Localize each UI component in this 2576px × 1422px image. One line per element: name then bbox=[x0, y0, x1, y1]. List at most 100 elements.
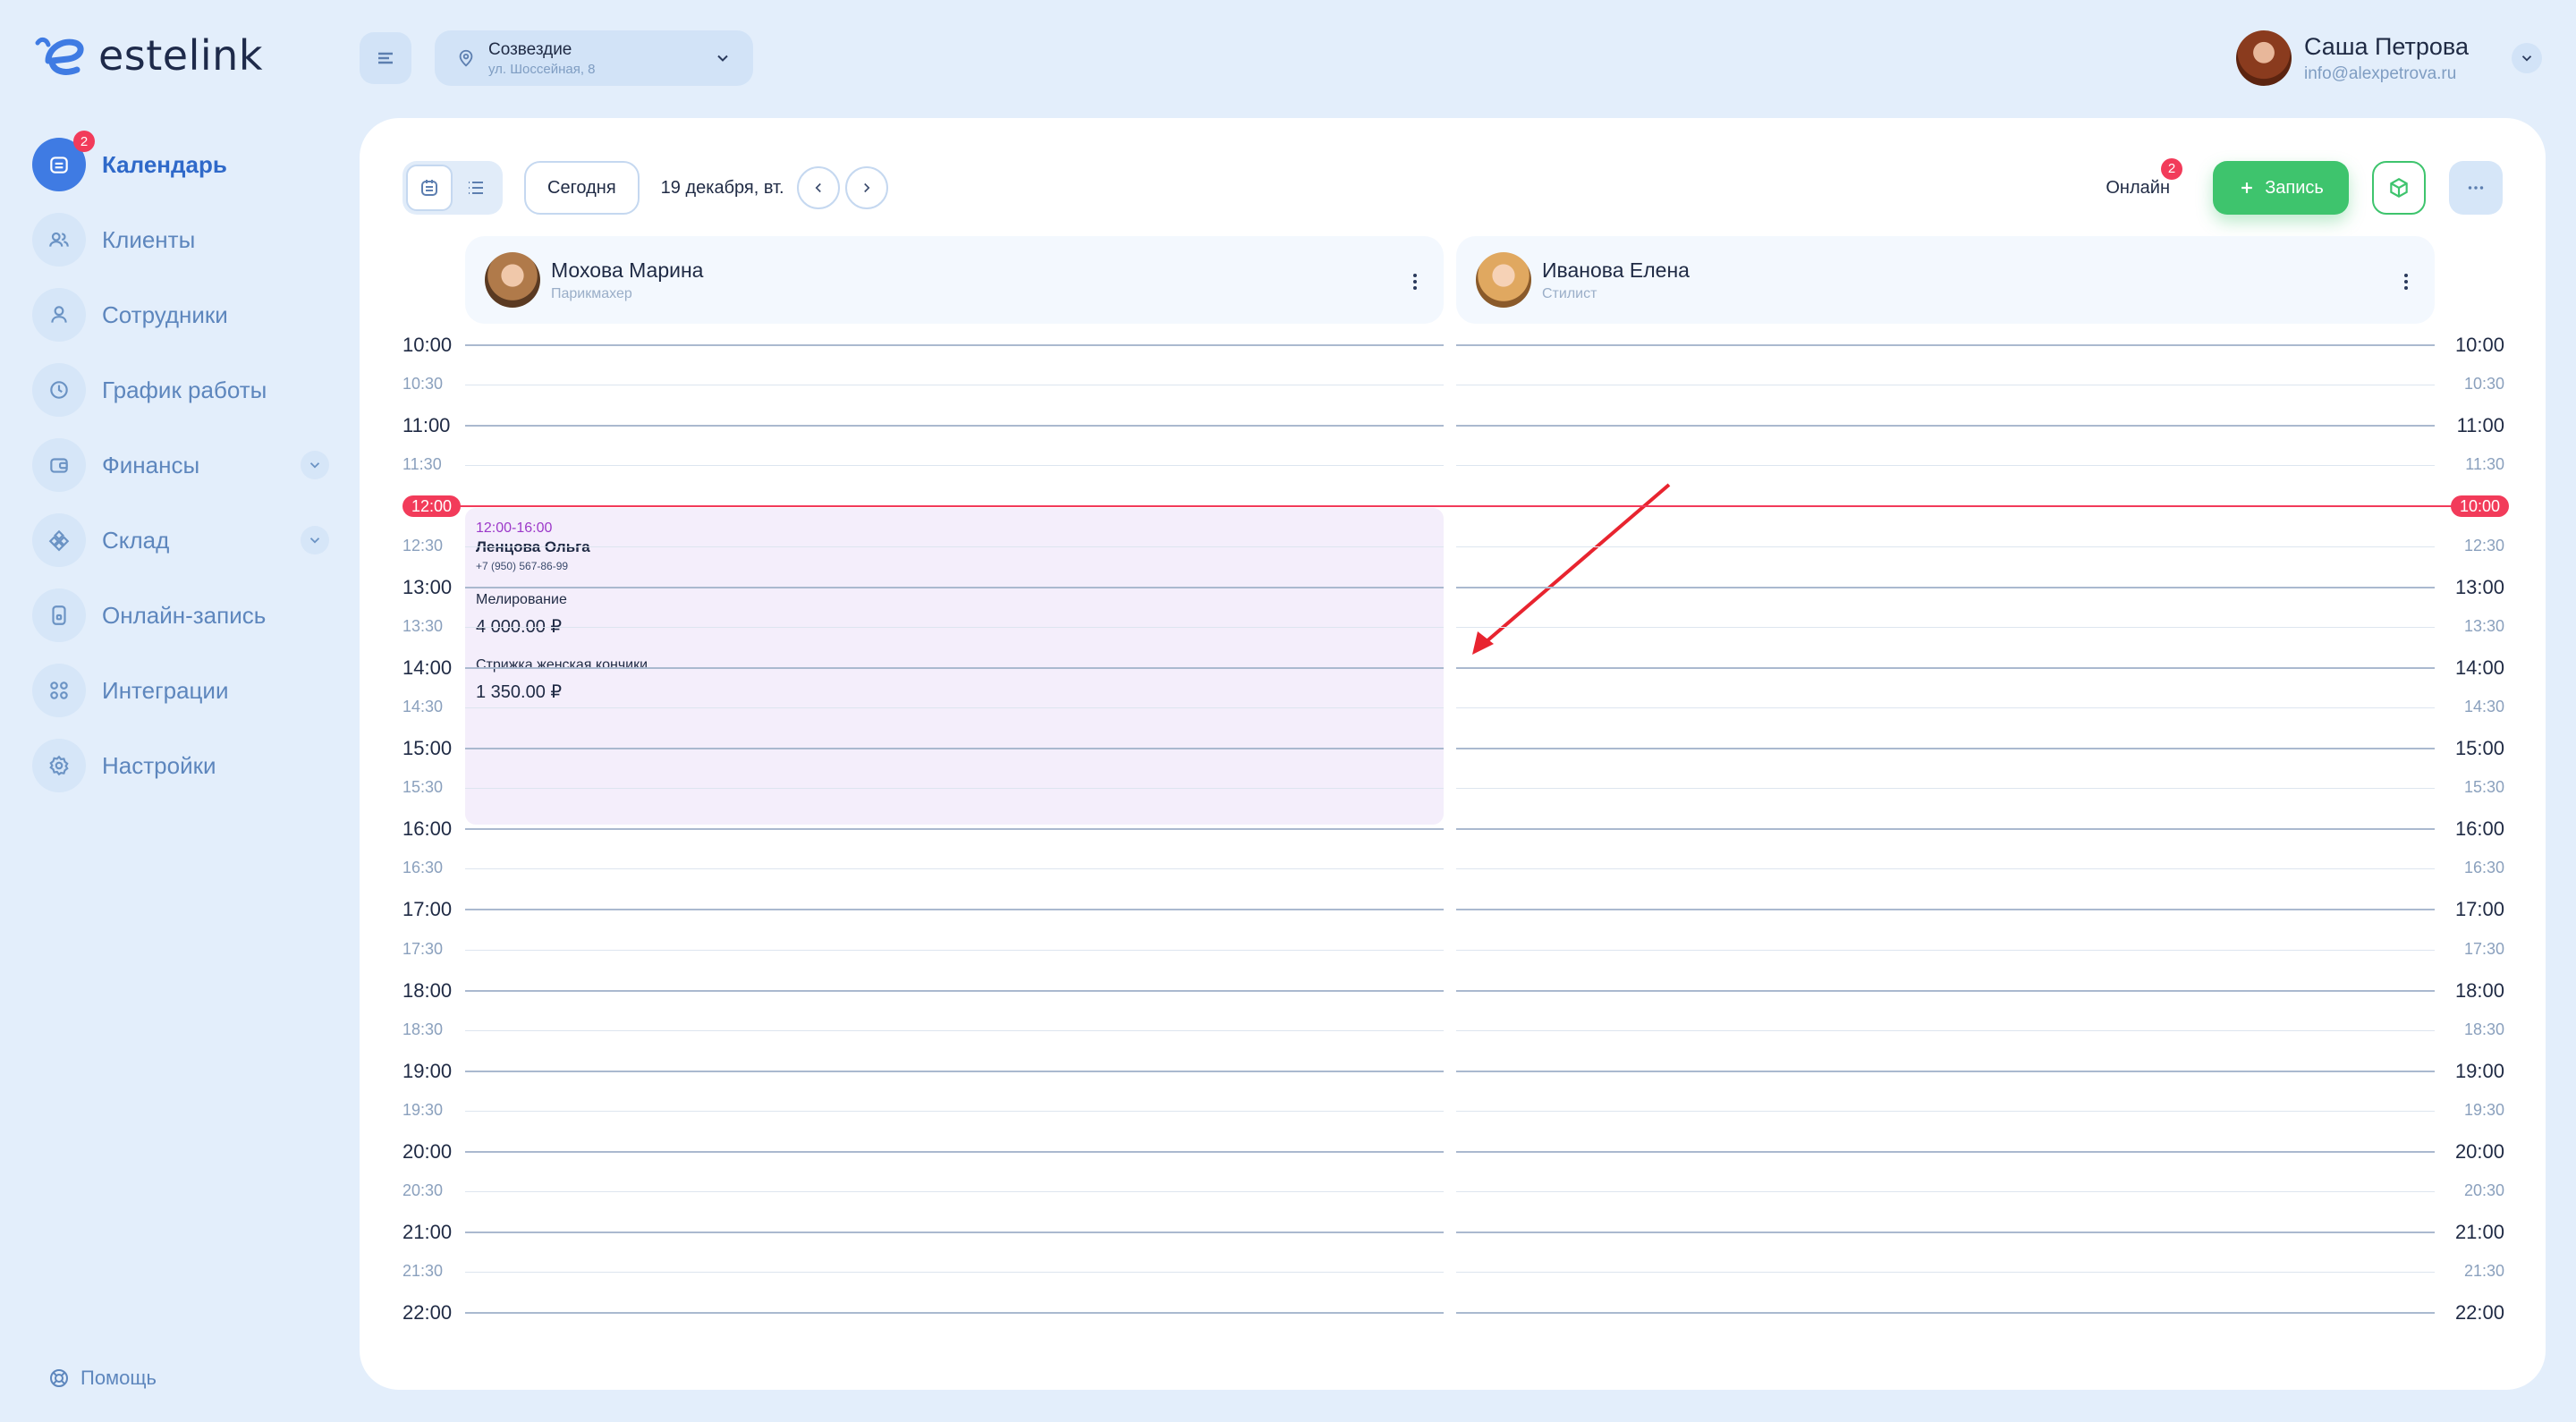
sidebar-item-finance[interactable]: Финансы bbox=[32, 438, 329, 492]
time-label: 15:00 bbox=[2454, 737, 2504, 759]
sidebar-item-schedule[interactable]: График работы bbox=[32, 363, 329, 417]
view-toggle bbox=[402, 161, 503, 215]
appointment-time: 12:00-16:00 bbox=[476, 521, 553, 536]
current-time-pill: 12:00 bbox=[402, 495, 462, 517]
time-label: 18:00 bbox=[402, 979, 453, 1002]
staff-menu-button[interactable] bbox=[2397, 270, 2415, 293]
sidebar-item-label: Календарь bbox=[102, 150, 227, 178]
prev-day-button[interactable] bbox=[796, 166, 840, 209]
phone-icon bbox=[32, 588, 86, 642]
time-label: 12:30 bbox=[402, 537, 444, 554]
time-slot-line bbox=[1456, 990, 2435, 992]
sidebar-nav: 2 Календарь Клиенты Сотрудники График ра… bbox=[32, 131, 329, 814]
menu-toggle-button[interactable] bbox=[360, 32, 411, 84]
time-label: 22:00 bbox=[2454, 1301, 2504, 1324]
sidebar-item-integrations[interactable]: Интеграции bbox=[32, 664, 329, 717]
online-bookings-link[interactable]: Онлайн 2 bbox=[2106, 157, 2182, 199]
time-label: 22:00 bbox=[402, 1301, 453, 1324]
time-slot-line bbox=[465, 627, 1444, 628]
time-slot-line bbox=[465, 788, 1444, 789]
sidebar-item-warehouse[interactable]: Склад bbox=[32, 513, 329, 567]
calendar-card: Сегодня 19 декабря, вт. Онлайн 2 Запись … bbox=[360, 118, 2546, 1390]
location-address: ул. Шоссейная, 8 bbox=[488, 61, 596, 77]
time-slot-line bbox=[1456, 1272, 2435, 1273]
time-label: 20:30 bbox=[2463, 1181, 2504, 1199]
time-label: 10:30 bbox=[2463, 375, 2504, 393]
sidebar-item-label: Клиенты bbox=[102, 225, 196, 253]
time-slot-line bbox=[465, 587, 1444, 588]
time-label: 17:30 bbox=[2463, 940, 2504, 958]
avatar bbox=[2236, 30, 2292, 86]
warehouse-button[interactable] bbox=[2372, 161, 2426, 215]
sidebar-item-label: Финансы bbox=[102, 451, 200, 478]
time-slot-line bbox=[465, 1272, 1444, 1273]
more-button[interactable] bbox=[2449, 161, 2503, 215]
time-label: 16:30 bbox=[402, 859, 444, 876]
time-slot-line bbox=[1456, 748, 2435, 749]
grid-icon bbox=[32, 664, 86, 717]
time-slot-line bbox=[465, 909, 1444, 910]
time-label: 11:00 bbox=[2456, 414, 2504, 436]
chevron-down-icon[interactable] bbox=[301, 526, 329, 554]
time-slot-line bbox=[1456, 868, 2435, 869]
sidebar-item-label: Онлайн-запись bbox=[102, 601, 267, 629]
time-slot-line bbox=[465, 748, 1444, 749]
time-slot-line bbox=[465, 1312, 1444, 1314]
appointment-service: Мелирование bbox=[476, 592, 567, 607]
time-label: 19:00 bbox=[402, 1060, 453, 1082]
sidebar-item-calendar[interactable]: 2 Календарь bbox=[32, 131, 329, 191]
time-slot-line bbox=[1456, 1232, 2435, 1233]
location-select[interactable]: Созвездие ул. Шоссейная, 8 bbox=[435, 30, 753, 86]
time-slot-line bbox=[465, 1151, 1444, 1153]
time-slot-line bbox=[1456, 707, 2435, 708]
staff-menu-button[interactable] bbox=[1406, 270, 1424, 293]
staff-header[interactable]: Мохова Марина Парикмахер bbox=[465, 236, 1444, 324]
time-label: 14:30 bbox=[2463, 698, 2504, 715]
sidebar-item-clients[interactable]: Клиенты bbox=[32, 213, 329, 267]
help-link[interactable]: Помощь bbox=[48, 1367, 157, 1390]
time-slot-line bbox=[1456, 950, 2435, 951]
time-label: 19:30 bbox=[402, 1101, 444, 1119]
appointment-card[interactable]: 12:00-16:00 Ленцова Ольга +7 (950) 567-8… bbox=[465, 508, 1444, 825]
avatar bbox=[1476, 252, 1531, 308]
time-label: 13:30 bbox=[402, 617, 444, 635]
time-slot-line bbox=[1456, 1151, 2435, 1153]
add-booking-label: Запись bbox=[2265, 177, 2324, 198]
time-label: 21:30 bbox=[402, 1262, 444, 1280]
time-label: 15:30 bbox=[2463, 778, 2504, 796]
staff-header[interactable]: Иванова Елена Стилист bbox=[1456, 236, 2435, 324]
help-label: Помощь bbox=[80, 1367, 157, 1389]
sidebar-item-settings[interactable]: Настройки bbox=[32, 739, 329, 792]
time-label: 16:30 bbox=[2463, 859, 2504, 876]
user-menu-button[interactable] bbox=[2512, 43, 2542, 73]
time-slot-line bbox=[1456, 667, 2435, 669]
time-label: 14:00 bbox=[402, 656, 453, 679]
sidebar-item-label: Настройки bbox=[102, 751, 216, 779]
time-label: 19:30 bbox=[2463, 1101, 2504, 1119]
next-day-button[interactable] bbox=[844, 166, 888, 209]
time-label: 20:00 bbox=[2454, 1140, 2504, 1163]
sidebar-item-online-booking[interactable]: Онлайн-запись bbox=[32, 588, 329, 642]
list-view-button[interactable] bbox=[453, 165, 499, 211]
online-badge: 2 bbox=[2161, 157, 2182, 180]
clients-icon bbox=[32, 213, 86, 267]
calendar-view-button[interactable] bbox=[406, 165, 453, 211]
user-profile[interactable]: Саша Петрова info@alexpetrova.ru bbox=[2236, 30, 2469, 86]
time-slot-line bbox=[465, 707, 1444, 708]
add-booking-button[interactable]: Запись bbox=[2213, 161, 2349, 215]
current-time-pill: 10:00 bbox=[2451, 495, 2510, 517]
time-slot-line bbox=[465, 1232, 1444, 1233]
sidebar-item-staff[interactable]: Сотрудники bbox=[32, 288, 329, 342]
time-slot-line bbox=[1456, 1191, 2435, 1192]
time-label: 11:30 bbox=[402, 455, 442, 473]
logo[interactable]: estelink bbox=[32, 30, 263, 80]
chevron-down-icon[interactable] bbox=[301, 451, 329, 479]
time-slot-line bbox=[465, 667, 1444, 669]
wallet-icon bbox=[32, 438, 86, 492]
calendar-badge: 2 bbox=[73, 131, 95, 152]
appointment-service: Стрижка женская кончики bbox=[476, 657, 648, 673]
current-date: 19 декабря, вт. bbox=[660, 177, 784, 198]
time-slot-line bbox=[465, 950, 1444, 951]
time-slot-line bbox=[1456, 627, 2435, 628]
today-button[interactable]: Сегодня bbox=[524, 161, 640, 215]
